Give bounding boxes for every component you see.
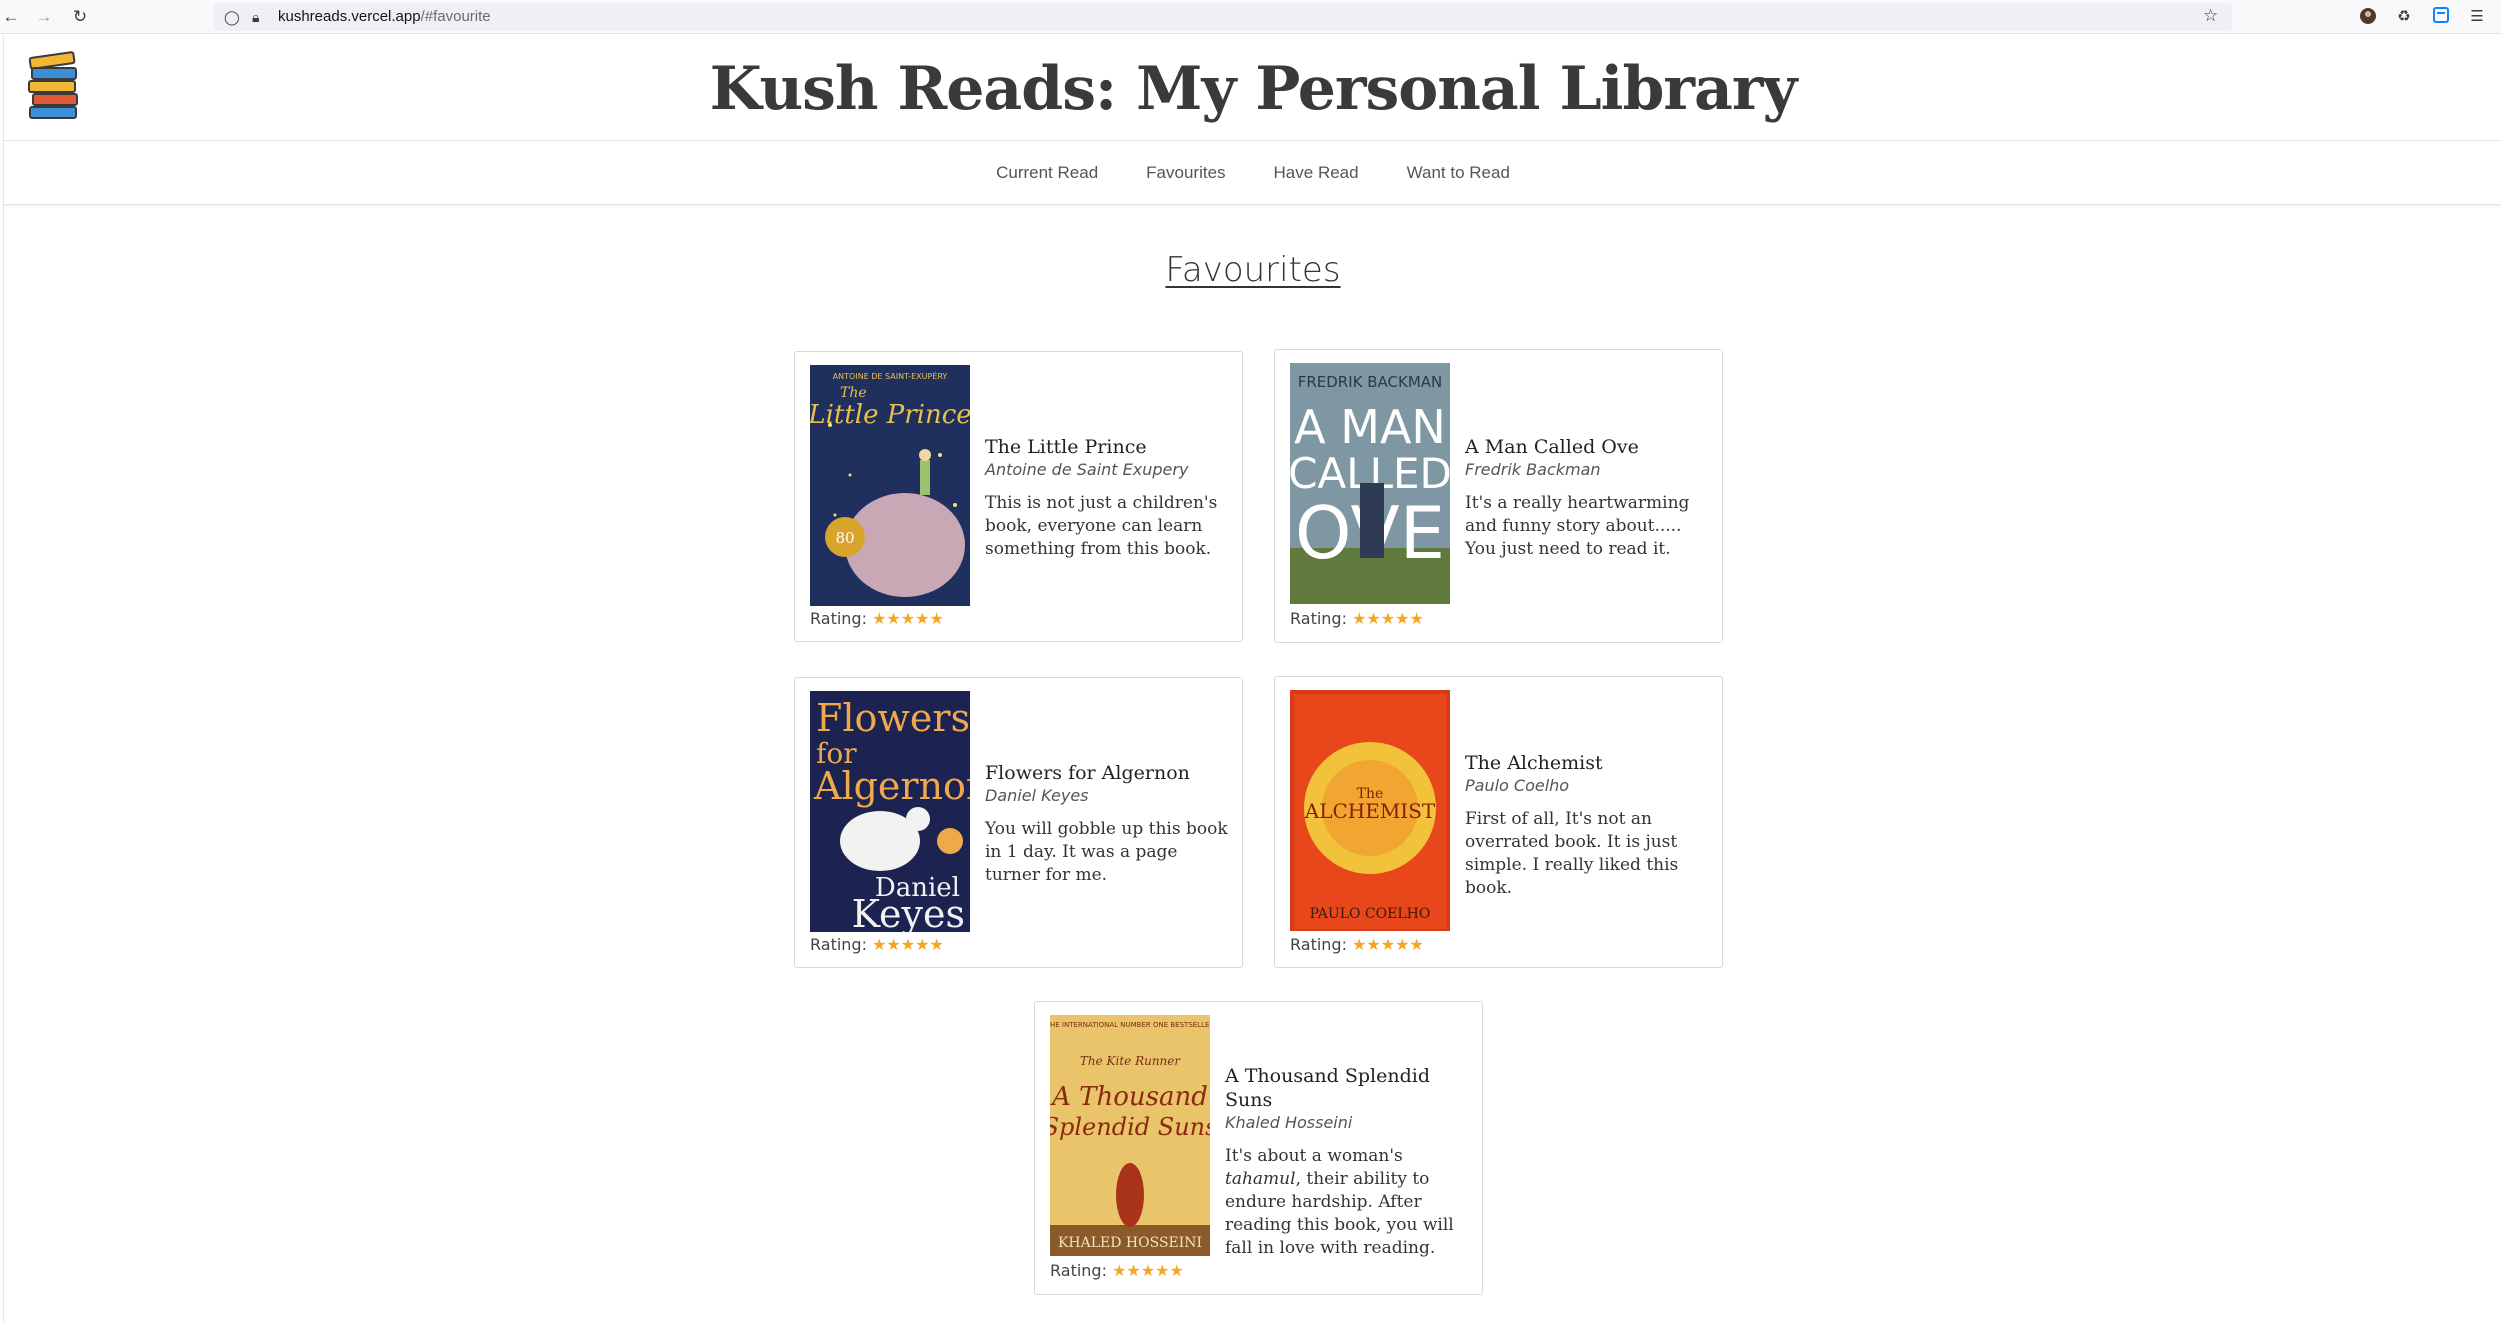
book-rating: Rating: ★★★★★ [1290, 609, 1424, 629]
site-header: Kush Reads: My Personal Library [4, 35, 2501, 141]
svg-text:Little Prince: Little Prince [810, 400, 970, 430]
book-author: Khaled Hosseini [1225, 1113, 1353, 1132]
book-info: A Man Called Ove Fredrik Backman It's a … [1465, 435, 1708, 561]
book-info: The Little Prince Antoine de Saint Exupe… [985, 435, 1228, 561]
forward-icon[interactable]: → [33, 6, 55, 28]
rating-stars-icon: ★★★★★ [872, 935, 944, 954]
svg-text:The: The [840, 385, 867, 401]
container-tab-icon[interactable] [2431, 7, 2451, 27]
svg-text:80: 80 [835, 529, 854, 547]
book-title: Flowers for Algernon [985, 762, 1190, 784]
site-title: Kush Reads: My Personal Library [709, 54, 1798, 124]
svg-text:Keyes: Keyes [852, 892, 965, 932]
rating-stars-icon: ★★★★★ [1112, 1261, 1184, 1280]
book-rating: Rating: ★★★★★ [810, 935, 944, 955]
svg-text:FREDRIK BACKMAN: FREDRIK BACKMAN [1298, 373, 1443, 391]
rating-label: Rating: [810, 609, 867, 628]
bookmark-star-icon[interactable]: ☆ [2203, 6, 2218, 26]
book-rating: Rating: ★★★★★ [1050, 1261, 1184, 1281]
rating-label: Rating: [810, 935, 867, 954]
rating-label: Rating: [1290, 935, 1347, 954]
url-host: kushreads.vercel.app [278, 8, 421, 25]
description-text: It's about a woman's [1225, 1146, 1403, 1166]
svg-text:THE INTERNATIONAL NUMBER ONE B: THE INTERNATIONAL NUMBER ONE BESTSELLER [1050, 1021, 1210, 1029]
book-card[interactable]: The ALCHEMIST PAULO COELHO The Alchemist… [1274, 676, 1723, 968]
url-path: /#favourite [420, 8, 491, 25]
book-description: This is not just a children's book, ever… [985, 493, 1218, 559]
rating-stars-icon: ★★★★★ [1352, 935, 1424, 954]
svg-text:Algernon: Algernon [813, 764, 970, 808]
book-cover-image[interactable]: THE INTERNATIONAL NUMBER ONE BESTSELLER … [1050, 1015, 1210, 1256]
svg-text:KHALED HOSSEINI: KHALED HOSSEINI [1058, 1235, 1202, 1251]
book-cover-image[interactable]: Flowers for Algernon Daniel Keyes [810, 691, 970, 932]
book-title: The Little Prince [985, 436, 1147, 458]
book-description: It's a really heartwarming and funny sto… [1465, 493, 1690, 559]
book-cover-image[interactable]: The ALCHEMIST PAULO COELHO [1290, 690, 1450, 931]
book-author: Fredrik Backman [1465, 460, 1601, 479]
url-text[interactable]: kushreads.vercel.app/#favourite [278, 7, 491, 27]
book-description: You will gobble up this book in 1 day. I… [985, 819, 1228, 885]
book-author: Daniel Keyes [985, 786, 1089, 805]
svg-text:Splendid Suns: Splendid Suns [1050, 1113, 1210, 1141]
description-emphasis: tahamul [1225, 1169, 1296, 1189]
book-title: A Man Called Ove [1465, 436, 1639, 458]
book-info: The Alchemist Paulo Coelho First of all,… [1465, 751, 1708, 900]
book-info: Flowers for Algernon Daniel Keyes You wi… [985, 761, 1228, 887]
back-icon[interactable]: ← [0, 6, 22, 28]
book-cover-image[interactable]: FREDRIK BACKMAN A MAN CALLED OVE [1290, 363, 1450, 604]
svg-text:ANTOINE DE SAINT-EXUPÉRY: ANTOINE DE SAINT-EXUPÉRY [833, 370, 948, 381]
shield-icon[interactable]: ◯ [224, 7, 240, 27]
svg-text:A Thousand: A Thousand [1050, 1082, 1208, 1112]
book-card[interactable]: Flowers for Algernon Daniel Keyes Flower… [794, 677, 1243, 968]
main-nav: Current Read Favourites Have Read Want t… [4, 141, 2501, 205]
nav-favourites[interactable]: Favourites [1146, 141, 1225, 205]
svg-text:PAULO COELHO: PAULO COELHO [1310, 906, 1431, 922]
book-author: Antoine de Saint Exupery [985, 460, 1189, 479]
book-card[interactable]: FREDRIK BACKMAN A MAN CALLED OVE A Man C… [1274, 349, 1723, 643]
book-title: A Thousand Splendid Suns [1225, 1065, 1431, 1111]
book-title: The Alchemist [1465, 752, 1603, 774]
rating-stars-icon: ★★★★★ [1352, 609, 1424, 628]
nav-current-read[interactable]: Current Read [996, 141, 1098, 205]
book-rating: Rating: ★★★★★ [1290, 935, 1424, 955]
nav-have-read[interactable]: Have Read [1274, 141, 1359, 205]
lock-icon[interactable]: 🔒︎ [252, 7, 259, 27]
book-author: Paulo Coelho [1465, 776, 1570, 795]
account-avatar-icon[interactable] [2358, 7, 2378, 27]
nav-want-to-read[interactable]: Want to Read [1407, 141, 1510, 205]
reload-icon[interactable]: ↻ [69, 6, 91, 28]
rating-label: Rating: [1290, 609, 1347, 628]
book-info: A Thousand Splendid Suns Khaled Hosseini… [1225, 1064, 1468, 1260]
page: Kush Reads: My Personal Library Current … [3, 35, 2501, 1324]
book-card[interactable]: ANTOINE DE SAINT-EXUPÉRY Little Prince T… [794, 351, 1243, 642]
rating-stars-icon: ★★★★★ [872, 609, 944, 628]
section-title: Favourites [4, 250, 2501, 290]
svg-text:Flowers: Flowers [816, 696, 970, 740]
book-rating: Rating: ★★★★★ [810, 609, 944, 629]
svg-text:The Kite Runner: The Kite Runner [1080, 1054, 1182, 1068]
address-bar[interactable]: ◯ 🔒︎ kushreads.vercel.app/#favourite [214, 3, 2232, 31]
extensions-icon[interactable]: ♻ [2394, 7, 2414, 27]
book-cover-image[interactable]: ANTOINE DE SAINT-EXUPÉRY Little Prince T… [810, 365, 970, 606]
book-card[interactable]: THE INTERNATIONAL NUMBER ONE BESTSELLER … [1034, 1001, 1483, 1295]
svg-text:A MAN: A MAN [1294, 400, 1446, 454]
book-description: First of all, It's not an overrated book… [1465, 809, 1679, 898]
browser-toolbar: ← → ↻ ◯ 🔒︎ kushreads.vercel.app/#favouri… [0, 0, 2501, 34]
rating-label: Rating: [1050, 1261, 1107, 1280]
book-description: It's about a woman's tahamul, their abil… [1225, 1145, 1468, 1260]
section-title-text: Favourites [1165, 250, 1341, 290]
svg-text:ALCHEMIST: ALCHEMIST [1304, 799, 1436, 823]
menu-icon[interactable]: ☰ [2467, 7, 2487, 27]
